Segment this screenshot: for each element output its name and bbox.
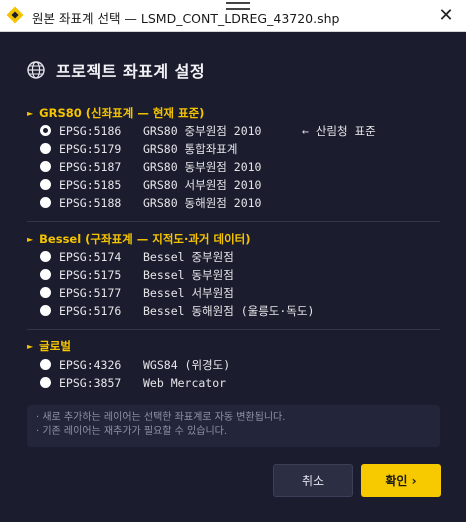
app-icon: [6, 6, 24, 24]
radio-option-epsg5175[interactable]: EPSG:5175 Bessel 동부원점: [40, 266, 234, 283]
caret-icon: ►: [27, 341, 34, 351]
radio-option-epsg5176[interactable]: EPSG:5176 Bessel 동해원점 (울릉도·독도): [40, 302, 314, 319]
radio-button[interactable]: [40, 179, 51, 190]
option-desc: Bessel 동부원점: [143, 267, 234, 282]
radio-option-epsg5179[interactable]: EPSG:5179 GRS80 통합좌표계: [40, 140, 237, 157]
globe-icon: [27, 61, 45, 79]
option-desc: Bessel 동해원점 (울릉도·독도): [143, 303, 315, 318]
option-code: EPSG:5187: [59, 159, 122, 174]
radio-button[interactable]: [40, 287, 51, 298]
page-title: 프로젝트 좌표계 설정: [56, 62, 206, 81]
radio-option-epsg5188[interactable]: EPSG:5188 GRS80 동해원점 2010: [40, 194, 261, 211]
radio-button[interactable]: [40, 197, 51, 208]
radio-button[interactable]: [40, 143, 51, 154]
option-code: EPSG:5177: [59, 285, 122, 300]
radio-option-epsg5177[interactable]: EPSG:5177 Bessel 서부원점: [40, 284, 234, 301]
option-desc: Web Mercator: [143, 375, 227, 390]
radio-button[interactable]: [40, 125, 51, 136]
radio-option-epsg5174[interactable]: EPSG:5174 Bessel 중부원점: [40, 248, 234, 265]
radio-button[interactable]: [40, 161, 51, 172]
dialog-header: 프로젝트 좌표계 설정: [26, 58, 205, 82]
radio-button[interactable]: [40, 251, 51, 262]
info-box: · 새로 추가하는 레이어는 선택한 좌표계로 자동 변환됩니다. · 기존 레…: [27, 405, 440, 447]
option-code: EPSG:5174: [59, 249, 122, 264]
option-desc: Bessel 서부원점: [143, 285, 234, 300]
option-desc: GRS80 서부원점 2010: [143, 177, 262, 192]
ok-button[interactable]: 확인 ›: [361, 464, 441, 497]
option-desc: WGS84 (위경도): [143, 357, 231, 372]
drag-handle[interactable]: [226, 2, 250, 10]
section-heading-bessel: ► Bessel (구좌표계 — 지적도·과거 데이터): [27, 231, 251, 247]
info-line: · 기존 레이어는 재추가가 필요할 수 있습니다.: [36, 426, 228, 437]
cancel-button[interactable]: 취소: [273, 464, 353, 497]
option-code: EPSG:5179: [59, 141, 122, 156]
option-desc: GRS80 통합좌표계: [143, 141, 238, 156]
radio-option-epsg3857[interactable]: EPSG:3857 Web Mercator: [40, 374, 226, 391]
section-heading-grs80: ► GRS80 (신좌표계 — 현재 표준): [27, 105, 204, 121]
section-heading-label: Bessel (구좌표계 — 지적도·과거 데이터): [39, 232, 251, 246]
section-divider: [27, 329, 440, 330]
option-note: ← 산림청 표준: [302, 122, 376, 139]
radio-button[interactable]: [40, 269, 51, 280]
option-code: EPSG:5175: [59, 267, 122, 282]
section-heading-global: ► 글로벌: [27, 338, 71, 354]
option-code: EPSG:5186: [59, 123, 122, 138]
option-desc: Bessel 중부원점: [143, 249, 234, 264]
info-line: · 새로 추가하는 레이어는 선택한 좌표계로 자동 변환됩니다.: [36, 412, 286, 423]
radio-option-epsg4326[interactable]: EPSG:4326 WGS84 (위경도): [40, 356, 230, 373]
radio-button[interactable]: [40, 305, 51, 316]
radio-option-epsg5185[interactable]: EPSG:5185 GRS80 서부원점 2010: [40, 176, 261, 193]
option-desc: GRS80 중부원점 2010: [143, 123, 262, 138]
window-titlebar[interactable]: 원본 좌표계 선택 — LSMD_CONT_LDREG_43720.shp ✕: [0, 0, 466, 32]
close-button[interactable]: ✕: [436, 6, 456, 26]
radio-option-epsg5186[interactable]: EPSG:5186 GRS80 중부원점 2010: [40, 122, 261, 139]
section-heading-label: GRS80 (신좌표계 — 현재 표준): [39, 106, 205, 120]
radio-option-epsg5187[interactable]: EPSG:5187 GRS80 동부원점 2010: [40, 158, 261, 175]
option-desc: GRS80 동해원점 2010: [143, 195, 262, 210]
radio-button[interactable]: [40, 359, 51, 370]
option-code: EPSG:4326: [59, 357, 122, 372]
caret-icon: ►: [27, 234, 34, 244]
option-code: EPSG:3857: [59, 375, 122, 390]
option-code: EPSG:5176: [59, 303, 122, 318]
option-desc: GRS80 동부원점 2010: [143, 159, 262, 174]
caret-icon: ►: [27, 108, 34, 118]
window-title: 원본 좌표계 선택 — LSMD_CONT_LDREG_43720.shp: [32, 11, 340, 26]
section-heading-label: 글로벌: [39, 339, 71, 353]
option-code: EPSG:5188: [59, 195, 122, 210]
section-divider: [27, 221, 440, 222]
option-code: EPSG:5185: [59, 177, 122, 192]
option-note-text: ← 산림청 표준: [302, 123, 376, 138]
radio-button[interactable]: [40, 377, 51, 388]
